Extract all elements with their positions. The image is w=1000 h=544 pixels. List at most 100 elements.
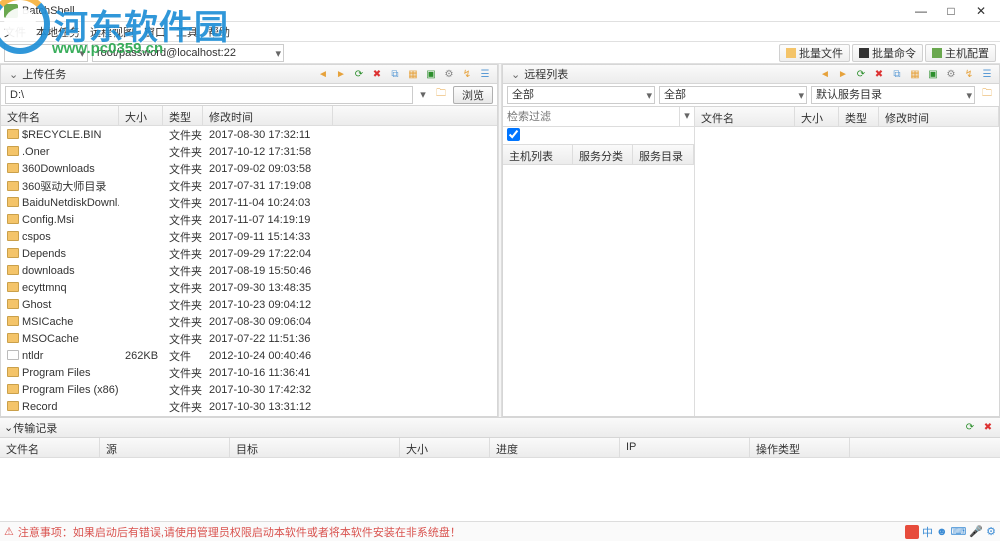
link-icon[interactable]: ↯	[961, 66, 977, 82]
collapse-icon[interactable]: ⌄	[9, 68, 18, 81]
newfolder-icon[interactable]: ▦	[907, 66, 923, 82]
collapse-icon[interactable]: ⌄	[4, 421, 13, 434]
upload-icon[interactable]: ▣	[423, 66, 439, 82]
tray-smile-icon[interactable]: ☻	[936, 526, 948, 538]
title-bar: BatchShell — □ ✕	[0, 0, 1000, 22]
collapse-icon[interactable]: ⌄	[511, 68, 520, 81]
open-folder-icon[interactable]: 🗀	[433, 87, 449, 103]
table-row[interactable]: 360驱动大师目录文件夹2017-07-31 17:19:08	[1, 177, 497, 194]
tray-settings-icon[interactable]: ⚙	[986, 525, 996, 538]
link-icon[interactable]: ↯	[459, 66, 475, 82]
local-path-input[interactable]	[5, 86, 413, 104]
service-dir-combo[interactable]: 默认服务目录	[811, 86, 975, 104]
tcol-ip[interactable]: IP	[620, 438, 750, 457]
table-row[interactable]: downloads文件夹2017-08-19 15:50:46	[1, 262, 497, 279]
table-row[interactable]: .Oner文件夹2017-10-12 17:31:58	[1, 143, 497, 160]
menu-remoteview[interactable]: 远程视图	[90, 24, 134, 40]
table-row[interactable]: Program Files文件夹2017-10-16 11:36:41	[1, 364, 497, 381]
filter-dropdown-icon[interactable]: ▾	[680, 107, 694, 126]
rcol-size[interactable]: 大小	[795, 107, 839, 126]
col-size[interactable]: 大小	[119, 106, 163, 125]
table-row[interactable]: System Volume Info...文件夹1970-01-01 08:00…	[1, 415, 497, 417]
tray-keyboard-icon[interactable]: ⌨	[951, 525, 967, 538]
table-row[interactable]: cspos文件夹2017-09-11 15:14:33	[1, 228, 497, 245]
nav-back-icon[interactable]: ◄	[817, 66, 833, 82]
minimize-button[interactable]: —	[906, 4, 936, 18]
select-all-checkbox[interactable]	[507, 128, 520, 141]
table-row[interactable]: $RECYCLE.BIN文件夹2017-08-30 17:32:11	[1, 126, 497, 143]
tray-ime-icon[interactable]	[905, 525, 919, 539]
view-icon[interactable]: ☰	[979, 66, 995, 82]
newfolder-icon[interactable]: ▦	[405, 66, 421, 82]
maximize-button[interactable]: □	[936, 4, 966, 18]
props-icon[interactable]: ⚙	[441, 66, 457, 82]
window-title: BatchShell	[22, 5, 906, 17]
filter-category-combo[interactable]: 全部	[507, 86, 655, 104]
delete-icon[interactable]: ✖	[871, 66, 887, 82]
table-row[interactable]: Record文件夹2017-10-30 13:31:12	[1, 398, 497, 415]
session-combo[interactable]	[4, 44, 88, 62]
rcol-date[interactable]: 修改时间	[879, 107, 999, 126]
col-host[interactable]: 主机列表	[503, 145, 573, 164]
col-type[interactable]: 类型	[163, 106, 203, 125]
tcol-progress[interactable]: 进度	[490, 438, 620, 457]
batch-cmd-label: 批量命令	[872, 45, 916, 61]
clear-icon[interactable]: ✖	[980, 420, 996, 436]
table-row[interactable]: MSOCache文件夹2017-07-22 11:51:36	[1, 330, 497, 347]
view-icon[interactable]: ☰	[477, 66, 493, 82]
tray-mic-icon[interactable]: 🎤	[969, 525, 983, 538]
menu-file[interactable]: 文件	[4, 24, 26, 40]
col-servicedir[interactable]: 服务目录	[633, 145, 694, 164]
rcol-type[interactable]: 类型	[839, 107, 879, 126]
host-combo[interactable]: root/password@localhost:22	[92, 44, 284, 62]
path-dropdown-icon[interactable]: ▾	[417, 88, 429, 101]
props-icon[interactable]: ⚙	[943, 66, 959, 82]
refresh-icon[interactable]: ⟳	[853, 66, 869, 82]
table-row[interactable]: BaiduNetdiskDownl...文件夹2017-11-04 10:24:…	[1, 194, 497, 211]
col-category[interactable]: 服务分类	[573, 145, 633, 164]
host-config-button[interactable]: 主机配置	[925, 44, 996, 62]
menu-help[interactable]: 帮助	[208, 24, 230, 40]
tcol-file[interactable]: 文件名	[0, 438, 100, 457]
table-row[interactable]: MSICache文件夹2017-08-30 09:06:04	[1, 313, 497, 330]
tray-input-label: 中	[922, 524, 933, 540]
batch-cmd-button[interactable]: 批量命令	[852, 44, 923, 62]
tcol-target[interactable]: 目标	[230, 438, 400, 457]
refresh-icon[interactable]: ⟳	[351, 66, 367, 82]
local-file-list[interactable]: 文件名 大小 类型 修改时间 $RECYCLE.BIN文件夹2017-08-30…	[0, 106, 498, 417]
close-button[interactable]: ✕	[966, 4, 996, 18]
nav-fwd-icon[interactable]: ►	[835, 66, 851, 82]
remote-file-list[interactable]	[695, 127, 999, 416]
download-icon[interactable]: ▣	[925, 66, 941, 82]
copy-icon[interactable]: ⧉	[387, 66, 403, 82]
col-name[interactable]: 文件名	[1, 106, 119, 125]
table-row[interactable]: Program Files (x86)文件夹2017-10-30 17:42:3…	[1, 381, 497, 398]
table-row[interactable]: Ghost文件夹2017-10-23 09:04:12	[1, 296, 497, 313]
copy-icon[interactable]: ⧉	[889, 66, 905, 82]
browse-button[interactable]: 浏览	[453, 86, 493, 104]
table-row[interactable]: Depends文件夹2017-09-29 17:22:04	[1, 245, 497, 262]
open-dir-icon[interactable]: 🗀	[979, 86, 995, 102]
refresh-icon[interactable]: ⟳	[962, 420, 978, 436]
table-row[interactable]: Config.Msi文件夹2017-11-07 14:19:19	[1, 211, 497, 228]
tcol-source[interactable]: 源	[100, 438, 230, 457]
delete-icon[interactable]: ✖	[369, 66, 385, 82]
tcol-size[interactable]: 大小	[400, 438, 490, 457]
table-row[interactable]: ecyttmnq文件夹2017-09-30 13:48:35	[1, 279, 497, 296]
menu-window[interactable]: 窗口	[144, 24, 166, 40]
nav-fwd-icon[interactable]: ►	[333, 66, 349, 82]
terminal-icon	[859, 48, 869, 58]
nav-back-icon[interactable]: ◄	[315, 66, 331, 82]
menu-tools[interactable]: 工具	[176, 24, 198, 40]
host-list-body[interactable]	[503, 165, 694, 416]
col-date[interactable]: 修改时间	[203, 106, 333, 125]
filter-group-combo[interactable]: 全部	[659, 86, 807, 104]
table-row[interactable]: 360Downloads文件夹2017-09-02 09:03:58	[1, 160, 497, 177]
table-row[interactable]: ntldr262KB文件2012-10-24 00:40:46	[1, 347, 497, 364]
gear-icon	[932, 48, 942, 58]
host-filter-input[interactable]	[503, 107, 680, 126]
rcol-name[interactable]: 文件名	[695, 107, 795, 126]
tcol-op[interactable]: 操作类型	[750, 438, 850, 457]
batch-file-button[interactable]: 批量文件	[779, 44, 850, 62]
menu-localtask[interactable]: 本地任务	[36, 24, 80, 40]
